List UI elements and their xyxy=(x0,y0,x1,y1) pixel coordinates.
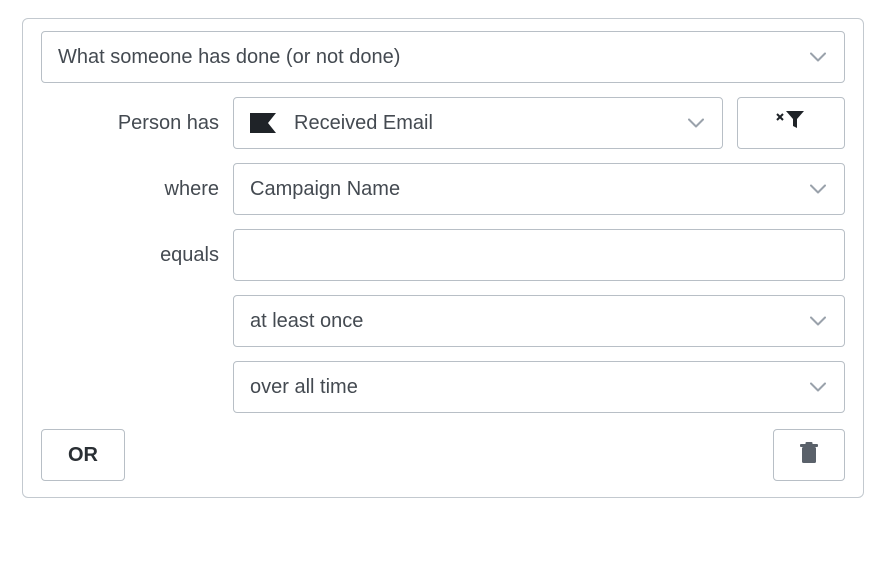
or-button-label: OR xyxy=(68,444,98,467)
or-button[interactable]: OR xyxy=(41,429,125,481)
frequency-value: at least once xyxy=(250,310,363,333)
operator-label: equals xyxy=(41,244,219,267)
chevron-down-icon xyxy=(810,310,826,333)
metric-select[interactable]: Received Email xyxy=(233,97,723,149)
clear-filter-button[interactable] xyxy=(737,97,845,149)
person-has-label: Person has xyxy=(41,112,219,135)
condition-type-value: What someone has done (or not done) xyxy=(58,46,400,69)
frequency-select[interactable]: at least once xyxy=(233,295,845,347)
close-filter-icon xyxy=(776,111,806,136)
timeframe-select[interactable]: over all time xyxy=(233,361,845,413)
chevron-down-icon xyxy=(810,178,826,201)
chevron-down-icon xyxy=(810,46,826,69)
metric-value: Received Email xyxy=(294,112,433,135)
delete-button[interactable] xyxy=(773,429,845,481)
timeframe-value: over all time xyxy=(250,376,358,399)
condition-type-select[interactable]: What someone has done (or not done) xyxy=(41,31,845,83)
chevron-down-icon xyxy=(688,112,704,135)
value-input[interactable] xyxy=(233,229,845,281)
segment-condition-panel: What someone has done (or not done) Pers… xyxy=(22,18,864,498)
trash-icon xyxy=(800,442,818,469)
where-label: where xyxy=(41,178,219,201)
chevron-down-icon xyxy=(810,376,826,399)
flag-icon xyxy=(250,113,276,133)
where-field-value: Campaign Name xyxy=(250,178,400,201)
where-field-select[interactable]: Campaign Name xyxy=(233,163,845,215)
